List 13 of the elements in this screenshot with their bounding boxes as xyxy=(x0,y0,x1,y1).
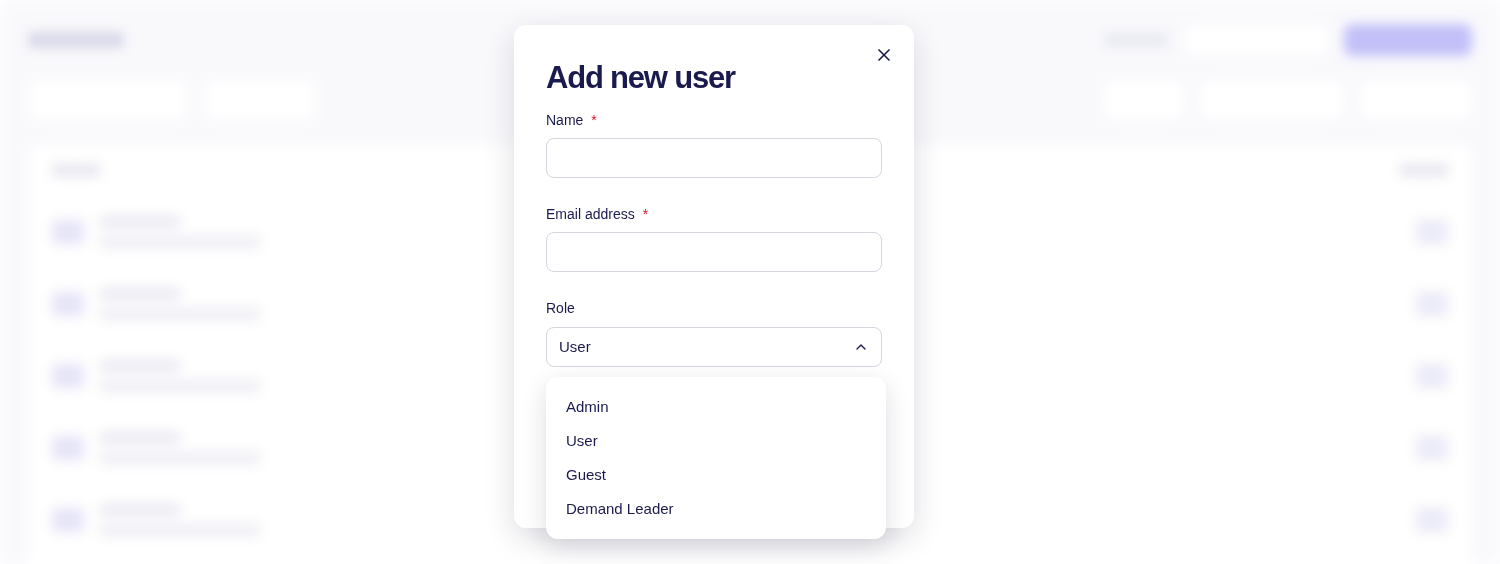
field-label: Name xyxy=(546,111,584,130)
menu-item[interactable]: Admin xyxy=(546,390,886,424)
menu-item[interactable]: User xyxy=(546,424,886,458)
text-field[interactable] xyxy=(546,232,882,272)
field-label: Email address xyxy=(546,205,635,224)
menu-item[interactable]: Guest xyxy=(546,458,886,492)
field-label: Role xyxy=(546,299,575,318)
text-field[interactable] xyxy=(546,138,882,178)
dialog-title: Add new user xyxy=(546,59,737,97)
required-mark: * xyxy=(591,111,597,130)
role-select[interactable]: User xyxy=(546,327,882,367)
menu-item[interactable]: Demand Leader xyxy=(546,492,886,526)
required-mark: * xyxy=(642,205,649,224)
